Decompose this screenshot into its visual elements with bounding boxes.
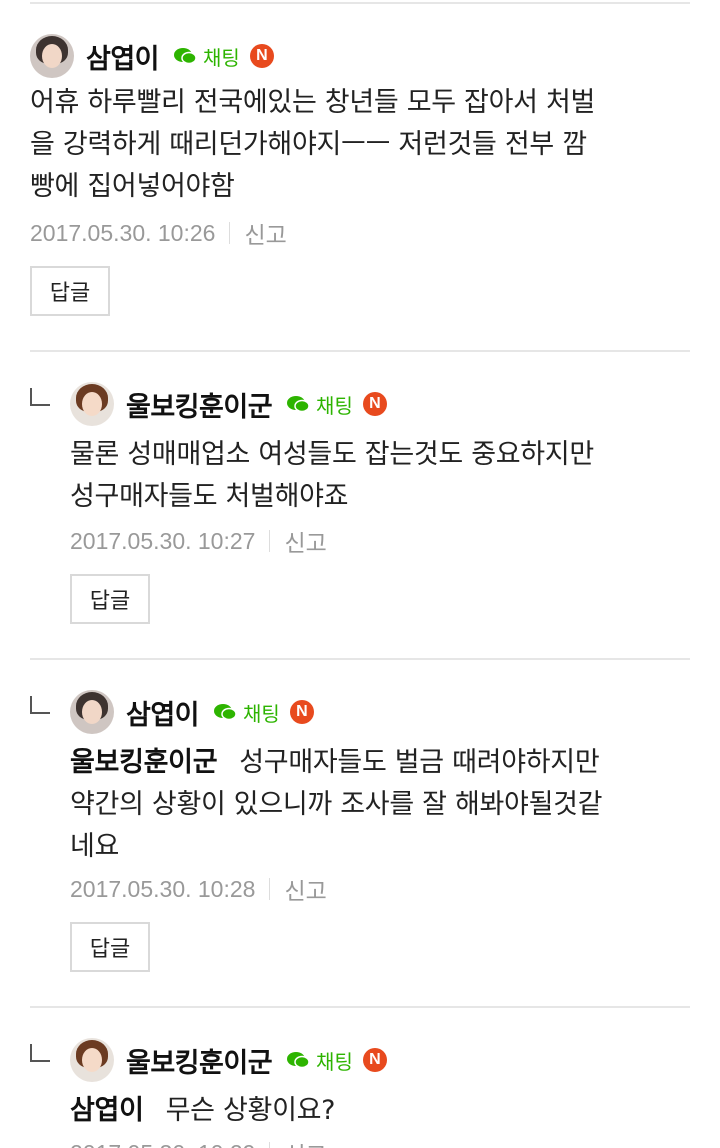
reply-arrow-icon xyxy=(30,1044,50,1062)
comment-text: 물론 성매매업소 여성들도 잡는것도 중요하지만 성구매자들도 처벌해야죠 xyxy=(70,434,594,518)
comment-line: 네요 xyxy=(70,831,120,862)
comment-header: 삼엽이 채팅 N xyxy=(30,34,274,78)
nickname[interactable]: 울보킹훈이군 xyxy=(126,385,273,424)
divider xyxy=(30,658,690,660)
comment-meta: 2017.05.30. 10:26 신고 xyxy=(30,216,287,250)
chat-link[interactable]: 채팅 xyxy=(286,1046,353,1075)
comment-text: 울보킹훈이군 성구매자들도 벌금 때려야하지만 약간의 상황이 있으니까 조사를 … xyxy=(70,742,603,868)
reply-button[interactable]: 답글 xyxy=(70,574,150,624)
avatar-face xyxy=(82,392,102,416)
new-badge: N xyxy=(362,392,387,416)
new-badge: N xyxy=(362,1048,387,1072)
report-link[interactable]: 신고 xyxy=(284,524,326,558)
chat-label: 채팅 xyxy=(243,701,280,726)
mention-nickname[interactable]: 삼엽이 xyxy=(70,1095,144,1126)
nickname[interactable]: 삼엽이 xyxy=(86,37,160,76)
comment-text: 삼엽이 무슨 상황이요? xyxy=(70,1090,335,1132)
reply-arrow-icon xyxy=(30,388,50,406)
comment-line: 성구매자들도 처벌해야죠 xyxy=(70,481,349,512)
comment-list: 삼엽이 채팅 N 어휴 하루빨리 전국에있는 창년들 모두 잡아서 처벌 을 강… xyxy=(0,0,720,1148)
mention-nickname[interactable]: 울보킹훈이군 xyxy=(70,747,218,778)
report-link[interactable]: 신고 xyxy=(284,1136,326,1148)
chat-bubble-icon xyxy=(213,703,237,721)
timestamp: 2017.05.30. 10:28 xyxy=(70,875,256,902)
comment-text: 어휴 하루빨리 전국에있는 창년들 모두 잡아서 처벌 을 강력하게 때리던가해… xyxy=(30,82,595,208)
nickname[interactable]: 삼엽이 xyxy=(126,693,200,732)
comment-line: 성구매자들도 벌금 때려야하지만 xyxy=(239,747,600,778)
report-link[interactable]: 신고 xyxy=(244,216,286,250)
comment-meta: 2017.05.30. 10:27 신고 xyxy=(70,524,327,558)
avatar-face xyxy=(42,44,62,68)
timestamp: 2017.05.30. 10:26 xyxy=(30,219,216,246)
comment-line: 을 강력하게 때리던가해야지ㅡㅡ 저런것들 전부 깜 xyxy=(30,129,587,160)
reply-arrow-icon xyxy=(30,696,50,714)
timestamp: 2017.05.30. 10:29 xyxy=(70,1140,255,1148)
new-badge: N xyxy=(249,44,274,68)
chat-label: 채팅 xyxy=(203,45,240,70)
avatar[interactable] xyxy=(70,382,114,426)
chat-label: 채팅 xyxy=(316,393,353,418)
comment-meta: 2017.05.30. 10:28 신고 xyxy=(70,872,327,906)
comment-line: 빵에 집어넣어야함 xyxy=(30,171,235,202)
avatar-face xyxy=(82,700,102,724)
timestamp: 2017.05.30. 10:27 xyxy=(70,527,256,554)
nickname[interactable]: 울보킹훈이군 xyxy=(126,1041,273,1080)
comment-line: 약간의 상황이 있으니까 조사를 잘 해봐야될것같 xyxy=(70,789,603,820)
avatar[interactable] xyxy=(70,1038,114,1082)
divider xyxy=(30,350,690,352)
chat-bubble-icon xyxy=(173,47,197,65)
new-badge: N xyxy=(289,700,314,724)
meta-separator xyxy=(269,878,271,900)
comment-header: 울보킹훈이군 채팅 N xyxy=(70,1038,387,1082)
avatar-face xyxy=(82,1048,102,1072)
chat-link[interactable]: 채팅 xyxy=(213,698,280,727)
meta-separator xyxy=(269,1142,271,1148)
meta-separator xyxy=(229,222,231,244)
chat-link[interactable]: 채팅 xyxy=(286,390,353,419)
comment-line: 어휴 하루빨리 전국에있는 창년들 모두 잡아서 처벌 xyxy=(30,87,596,118)
reply-button[interactable]: 답글 xyxy=(70,922,150,972)
comment-header: 삼엽이 채팅 N xyxy=(70,690,314,734)
meta-separator xyxy=(269,530,271,552)
chat-bubble-icon xyxy=(286,1051,310,1069)
comment-line: 물론 성매매업소 여성들도 잡는것도 중요하지만 xyxy=(70,439,594,470)
comment-meta: 2017.05.30. 10:29 신고 xyxy=(70,1136,327,1148)
top-divider xyxy=(30,2,690,4)
report-link[interactable]: 신고 xyxy=(284,872,326,906)
comment-line: 무슨 상황이요? xyxy=(165,1095,336,1126)
divider xyxy=(30,1006,690,1008)
comment-header: 울보킹훈이군 채팅 N xyxy=(70,382,387,426)
avatar[interactable] xyxy=(70,690,114,734)
chat-link[interactable]: 채팅 xyxy=(173,42,240,71)
chat-bubble-icon xyxy=(286,395,310,413)
chat-label: 채팅 xyxy=(316,1049,353,1074)
reply-button[interactable]: 답글 xyxy=(30,266,110,316)
avatar[interactable] xyxy=(30,34,74,78)
